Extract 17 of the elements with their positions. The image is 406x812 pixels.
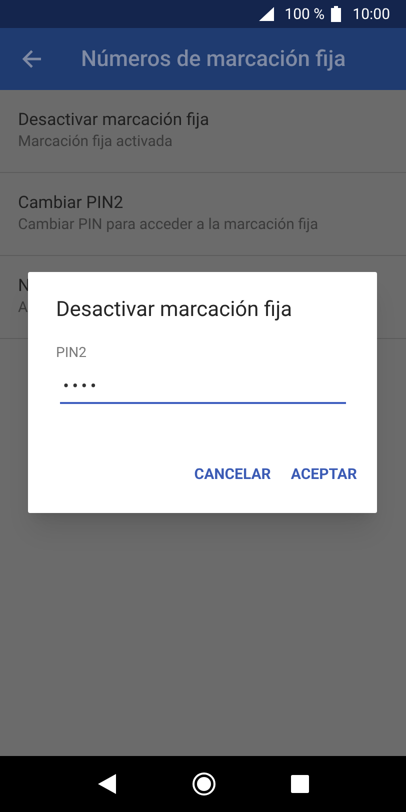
dialog-title: Desactivar marcación fija: [56, 297, 294, 324]
clock: 10:00: [352, 4, 390, 25]
recents-icon[interactable]: [290, 775, 309, 793]
screen-title: Números de marcación fija: [81, 46, 346, 74]
field-label: PIN2: [56, 344, 86, 362]
item-title: Desactivar marcación fija: [18, 109, 210, 131]
pin-field[interactable]: ••••: [60, 370, 346, 404]
home-icon[interactable]: [192, 772, 216, 796]
signal-icon: [258, 7, 275, 21]
back-arrow-icon[interactable]: [22, 49, 42, 69]
dialog-button[interactable]: ACEPTAR: [284, 454, 363, 493]
dialog-button[interactable]: CANCELAR: [188, 454, 277, 493]
field-value: ••••: [62, 374, 100, 398]
item-title: Cambiar PIN2: [18, 192, 124, 214]
battery-icon: [330, 6, 341, 22]
back-icon[interactable]: [97, 773, 118, 795]
battery-level: 100 %: [284, 4, 325, 25]
